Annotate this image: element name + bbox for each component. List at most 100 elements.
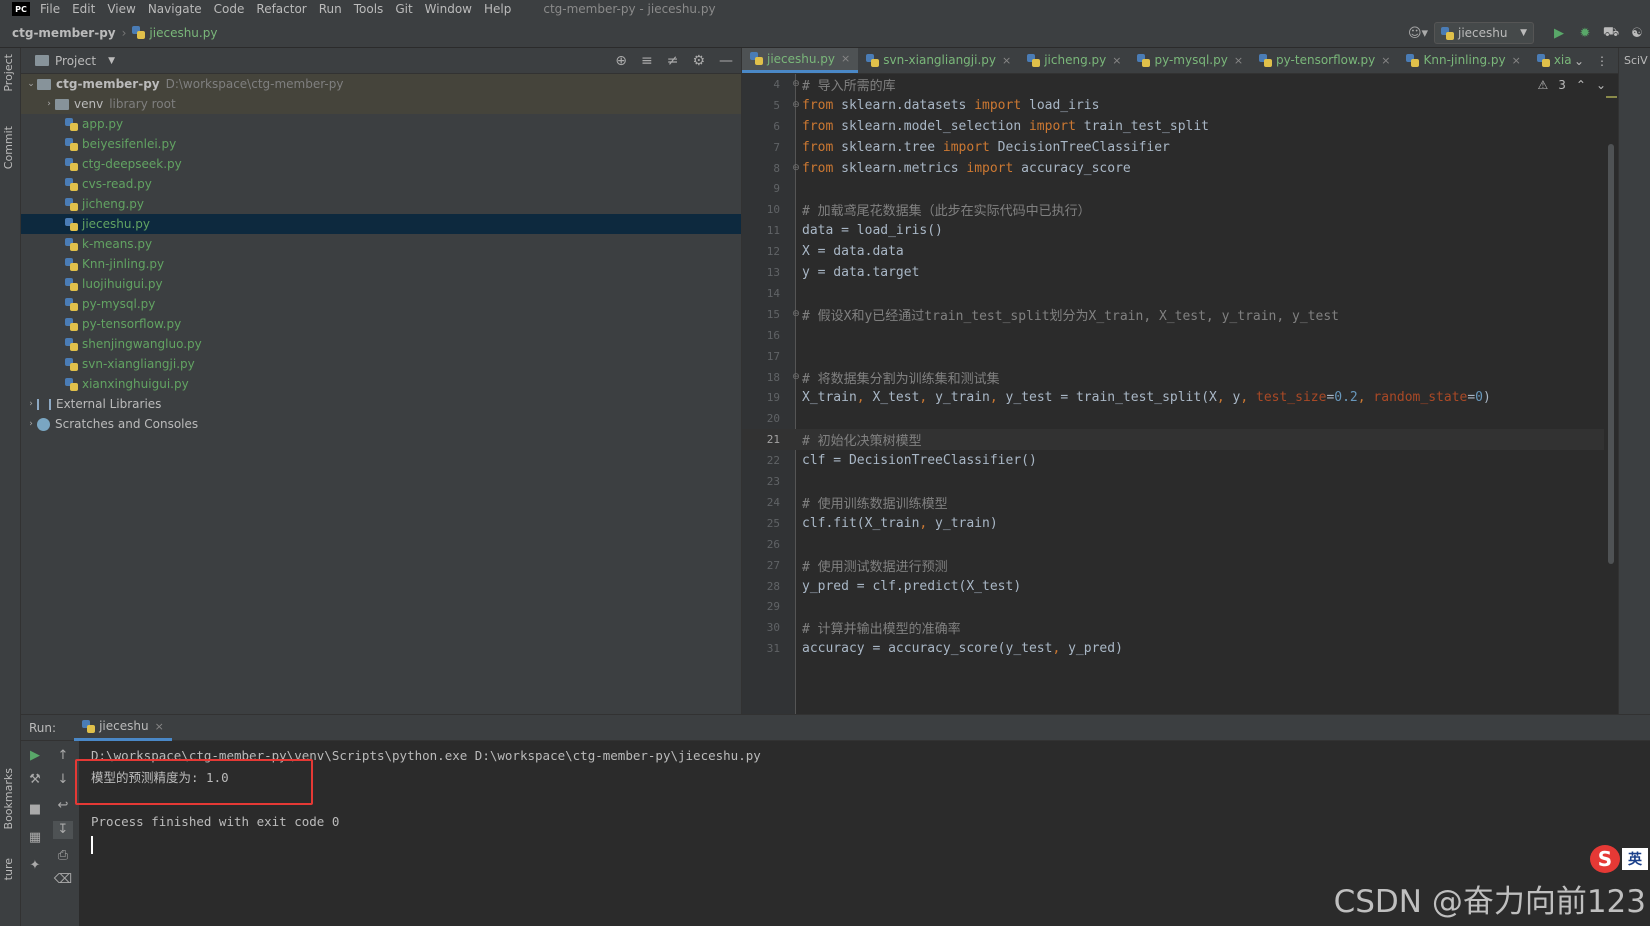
tree-item[interactable]: xianxinghuigui.py	[21, 374, 741, 394]
profile-icon[interactable]: ☯	[1624, 26, 1650, 41]
code-line[interactable]: 12 X = data.data	[742, 241, 1618, 262]
expand-all-icon[interactable]: ≡	[641, 53, 653, 69]
editor-tab[interactable]: jieceshu.py ×	[742, 48, 859, 73]
arrow-up-icon[interactable]: ↑	[53, 747, 73, 765]
code-line[interactable]: 28 y_pred = clf.predict(X_test)	[742, 576, 1618, 597]
collapse-all-icon[interactable]: ≠	[667, 53, 679, 69]
close-icon[interactable]: ×	[1381, 54, 1390, 67]
tab-bookmarks-tool[interactable]: Bookmarks	[2, 768, 15, 829]
menu-window[interactable]: Window	[425, 2, 472, 16]
scroll-to-end-icon[interactable]: ↧	[53, 821, 73, 839]
wrench-icon[interactable]: ⚒	[25, 771, 45, 789]
project-panel-title[interactable]: Project	[55, 54, 96, 68]
editor-tab[interactable]: py-mysql.py ×	[1129, 48, 1251, 73]
editor-tab[interactable]: Knn-jinling.py ×	[1398, 48, 1528, 73]
tab-sciview[interactable]: SciV	[1624, 54, 1648, 67]
menu-refactor[interactable]: Refactor	[256, 2, 306, 16]
tree-item[interactable]: app.py	[21, 114, 741, 134]
code-line[interactable]: 24 # 使用训练数据训练模型	[742, 492, 1618, 513]
menu-run[interactable]: Run	[319, 2, 342, 16]
chevron-right-icon[interactable]: ›	[25, 399, 37, 409]
code-line[interactable]: 10 # 加载鸢尾花数据集（此步在实际代码中已执行）	[742, 199, 1618, 220]
minimize-icon[interactable]: —	[719, 53, 733, 69]
code-line[interactable]: 18 ⊖ # 将数据集分割为训练集和测试集	[742, 367, 1618, 388]
editor-scrollbar[interactable]	[1604, 74, 1618, 714]
editor-tab[interactable]: py-tensorflow.py ×	[1251, 48, 1398, 73]
inspection-widget[interactable]: ⚠ 3 ⌃ ⌄	[1537, 78, 1606, 92]
tab-project-tool[interactable]: Project	[2, 54, 15, 92]
menu-tools[interactable]: Tools	[354, 2, 384, 16]
code-line[interactable]: 31 accuracy = accuracy_score(y_test, y_pr…	[742, 638, 1618, 659]
tree-item[interactable]: shenjingwangluo.py	[21, 334, 741, 354]
chevron-right-icon[interactable]: ›	[25, 419, 37, 429]
layout-icon[interactable]: ▦	[25, 829, 45, 847]
ime-indicator[interactable]: S 英	[1590, 845, 1650, 873]
code-line[interactable]: 29	[742, 597, 1618, 618]
tree-item[interactable]: k-means.py	[21, 234, 741, 254]
run-config-select[interactable]: jieceshu ▼	[1434, 22, 1534, 44]
arrow-down-icon[interactable]: ↓	[53, 771, 73, 789]
stop-icon[interactable]: ■	[25, 801, 45, 819]
menu-file[interactable]: File	[40, 2, 60, 16]
code-line[interactable]: 17	[742, 346, 1618, 367]
code-line[interactable]: 16	[742, 325, 1618, 346]
chevron-down-icon[interactable]: ⌄	[25, 79, 37, 89]
soft-wrap-icon[interactable]: ↩	[53, 797, 73, 815]
close-icon[interactable]: ×	[841, 52, 850, 65]
code-line[interactable]: 15 ⊖ # 假设X和y已经通过train_test_split划分为X_train…	[742, 304, 1618, 325]
tree-item[interactable]: beiyesifenlei.py	[21, 134, 741, 154]
user-icon[interactable]: ☺▾	[1408, 26, 1434, 41]
code-line[interactable]: 22 clf = DecisionTreeClassifier()	[742, 450, 1618, 471]
code-line[interactable]: 20	[742, 408, 1618, 429]
menu-navigate[interactable]: Navigate	[148, 2, 202, 16]
trash-icon[interactable]: ⌫	[53, 871, 73, 889]
tree-item[interactable]: ⌄ ctg-member-py D:\workspace\ctg-member-py	[21, 74, 741, 94]
fold-icon[interactable]: ⊖	[790, 309, 802, 319]
code-line[interactable]: 9	[742, 179, 1618, 200]
tree-item[interactable]: › Scratches and Consoles	[21, 414, 741, 434]
tree-item[interactable]: svn-xiangliangji.py	[21, 354, 741, 374]
more-icon[interactable]: ⋮	[1596, 54, 1608, 68]
code-area[interactable]: 4 ⊖ # 导入所需的库 5 ⊖ from sklearn.datasets import…	[742, 74, 1618, 714]
menu-git[interactable]: Git	[395, 2, 412, 16]
tree-item[interactable]: jieceshu.py	[21, 214, 741, 234]
scrollbar-thumb[interactable]	[1608, 144, 1614, 564]
editor-tab[interactable]: jicheng.py ×	[1019, 48, 1129, 73]
chevron-up-icon[interactable]: ⌃	[1576, 78, 1586, 92]
code-line[interactable]: 5 ⊖ from sklearn.datasets import load_iris	[742, 95, 1618, 116]
code-line[interactable]: 4 ⊖ # 导入所需的库	[742, 74, 1618, 95]
menu-code[interactable]: Code	[214, 2, 245, 16]
tab-commit-tool[interactable]: Commit	[2, 126, 15, 169]
code-line[interactable]: 30 # 计算并输出模型的准确率	[742, 617, 1618, 638]
code-line[interactable]: 14	[742, 283, 1618, 304]
run-tab-jieceshu[interactable]: jieceshu ×	[74, 715, 172, 741]
locate-icon[interactable]: ⊕	[615, 53, 627, 69]
fold-icon[interactable]: ⊖	[790, 100, 802, 110]
code-line[interactable]: 19 X_train, X_test, y_train, y_test = tra…	[742, 388, 1618, 409]
tree-item[interactable]: luojihuigui.py	[21, 274, 741, 294]
fold-icon[interactable]: ⊖	[790, 79, 802, 89]
close-icon[interactable]: ×	[1512, 54, 1521, 67]
close-icon[interactable]: ×	[155, 720, 164, 733]
tree-item[interactable]: ctg-deepseek.py	[21, 154, 741, 174]
tree-item[interactable]: Knn-jinling.py	[21, 254, 741, 274]
chevron-down-icon[interactable]: ⌄	[1574, 54, 1584, 68]
rerun-icon[interactable]: ▶	[25, 747, 45, 765]
code-line[interactable]: 25 clf.fit(X_train, y_train)	[742, 513, 1618, 534]
tab-structure-tool[interactable]: ture	[2, 858, 15, 880]
run-icon[interactable]: ▶	[1546, 26, 1572, 41]
coverage-icon[interactable]: ⛟	[1598, 25, 1624, 42]
code-line[interactable]: 8 ⊖ from sklearn.metrics import accuracy_s…	[742, 158, 1618, 179]
close-icon[interactable]: ×	[1002, 54, 1011, 67]
pin-icon[interactable]: ✦	[25, 857, 45, 875]
tree-item[interactable]: py-tensorflow.py	[21, 314, 741, 334]
code-line[interactable]: 7 from sklearn.tree import DecisionTreeCl…	[742, 137, 1618, 158]
editor-tab[interactable]: svn-xiangliangji.py ×	[858, 48, 1019, 73]
breadcrumb-project[interactable]: ctg-member-py	[12, 26, 116, 40]
menu-edit[interactable]: Edit	[72, 2, 95, 16]
code-line[interactable]: 23	[742, 471, 1618, 492]
tree-item[interactable]: cvs-read.py	[21, 174, 741, 194]
code-line[interactable]: 27 # 使用测试数据进行预测	[742, 555, 1618, 576]
menu-help[interactable]: Help	[484, 2, 511, 16]
editor-tab[interactable]: xia	[1529, 48, 1580, 73]
